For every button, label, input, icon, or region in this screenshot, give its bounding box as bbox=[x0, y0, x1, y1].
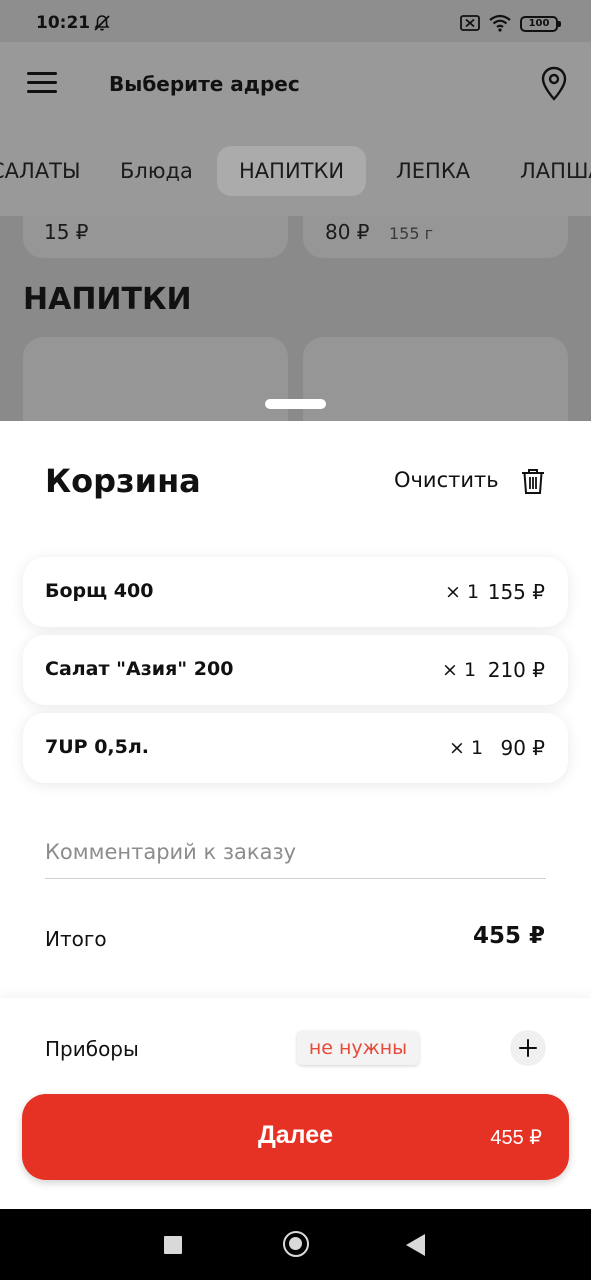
cart-item-name: Салат "Азия" 200 bbox=[45, 658, 234, 680]
home-icon[interactable] bbox=[283, 1231, 309, 1257]
cart-item[interactable]: Борщ 400 × 1 155 ₽ bbox=[23, 557, 568, 627]
cutlery-label: Приборы bbox=[45, 1037, 139, 1061]
cart-item[interactable]: 7UP 0,5л. × 1 90 ₽ bbox=[23, 713, 568, 783]
product-weight: 155 г bbox=[389, 224, 434, 243]
menu-content: 15 ₽ 80 ₽ 155 г НАПИТКИ bbox=[0, 216, 591, 421]
next-button-total: 455 ₽ bbox=[490, 1127, 542, 1149]
clear-cart-button[interactable]: Очистить bbox=[394, 468, 499, 492]
cart-title: Корзина bbox=[45, 462, 201, 500]
cart-item-qty: × 1 bbox=[445, 581, 480, 603]
tab-lepka[interactable]: ЛЕПКА bbox=[374, 146, 492, 196]
hamburger-menu-icon[interactable] bbox=[27, 72, 57, 94]
app-header: Выберите адрес bbox=[0, 42, 591, 126]
cart-item-price: 90 ₽ bbox=[500, 736, 545, 760]
tab-dishes[interactable]: Блюда bbox=[98, 146, 215, 196]
battery-icon: 100 bbox=[520, 16, 561, 32]
next-button-label: Далее bbox=[257, 1121, 334, 1149]
battery-level: 100 bbox=[528, 18, 550, 29]
cutlery-status-badge: не нужны bbox=[297, 1031, 419, 1065]
add-cutlery-button[interactable] bbox=[510, 1030, 546, 1066]
cart-sheet: Корзина Очистить Борщ 400 × 1 155 ₽ Сала… bbox=[0, 421, 591, 1209]
cart-item-qty: × 1 bbox=[442, 659, 477, 681]
category-tabs: САЛАТЫ Блюда НАПИТКИ ЛЕПКА ЛАПША bbox=[0, 126, 591, 216]
total-value: 455 ₽ bbox=[472, 923, 545, 949]
address-selector[interactable]: Выберите адрес bbox=[109, 72, 300, 96]
checkout-footer: Приборы не нужны Далее 455 ₽ bbox=[0, 998, 591, 1209]
cart-item-price: 155 ₽ bbox=[487, 580, 545, 604]
next-button[interactable]: Далее 455 ₽ bbox=[22, 1094, 569, 1180]
tab-noodles[interactable]: ЛАПША bbox=[498, 146, 591, 196]
product-card[interactable] bbox=[23, 337, 288, 421]
cart-item-qty: × 1 bbox=[449, 737, 484, 759]
section-title: НАПИТКИ bbox=[23, 282, 192, 317]
sheet-drag-handle[interactable] bbox=[265, 399, 326, 409]
trash-icon[interactable] bbox=[520, 467, 546, 495]
product-card[interactable] bbox=[303, 337, 568, 421]
dnd-off-icon bbox=[94, 15, 110, 31]
back-icon[interactable] bbox=[406, 1234, 425, 1256]
recents-icon[interactable] bbox=[164, 1236, 182, 1254]
order-comment-input[interactable] bbox=[45, 826, 546, 879]
tab-drinks[interactable]: НАПИТКИ bbox=[217, 146, 367, 196]
cart-item[interactable]: Салат "Азия" 200 × 1 210 ₽ bbox=[23, 635, 568, 705]
cart-item-name: Борщ 400 bbox=[45, 580, 154, 602]
product-price: 15 ₽ bbox=[44, 220, 89, 244]
wifi-icon bbox=[489, 14, 511, 32]
product-price: 80 ₽ bbox=[325, 220, 370, 244]
cart-item-name: 7UP 0,5л. bbox=[45, 736, 149, 758]
status-time: 10:21 bbox=[36, 13, 91, 33]
map-pin-icon[interactable] bbox=[540, 66, 568, 102]
system-nav-bar bbox=[0, 1209, 591, 1280]
product-card[interactable]: 15 ₽ bbox=[23, 216, 288, 258]
cart-item-price: 210 ₽ bbox=[487, 658, 545, 682]
tab-salads[interactable]: САЛАТЫ bbox=[0, 146, 103, 196]
total-label: Итого bbox=[45, 927, 107, 951]
status-bar: 10:21 100 bbox=[0, 0, 591, 42]
product-card[interactable]: 80 ₽ 155 г bbox=[303, 216, 568, 258]
sim-icon bbox=[460, 15, 480, 31]
